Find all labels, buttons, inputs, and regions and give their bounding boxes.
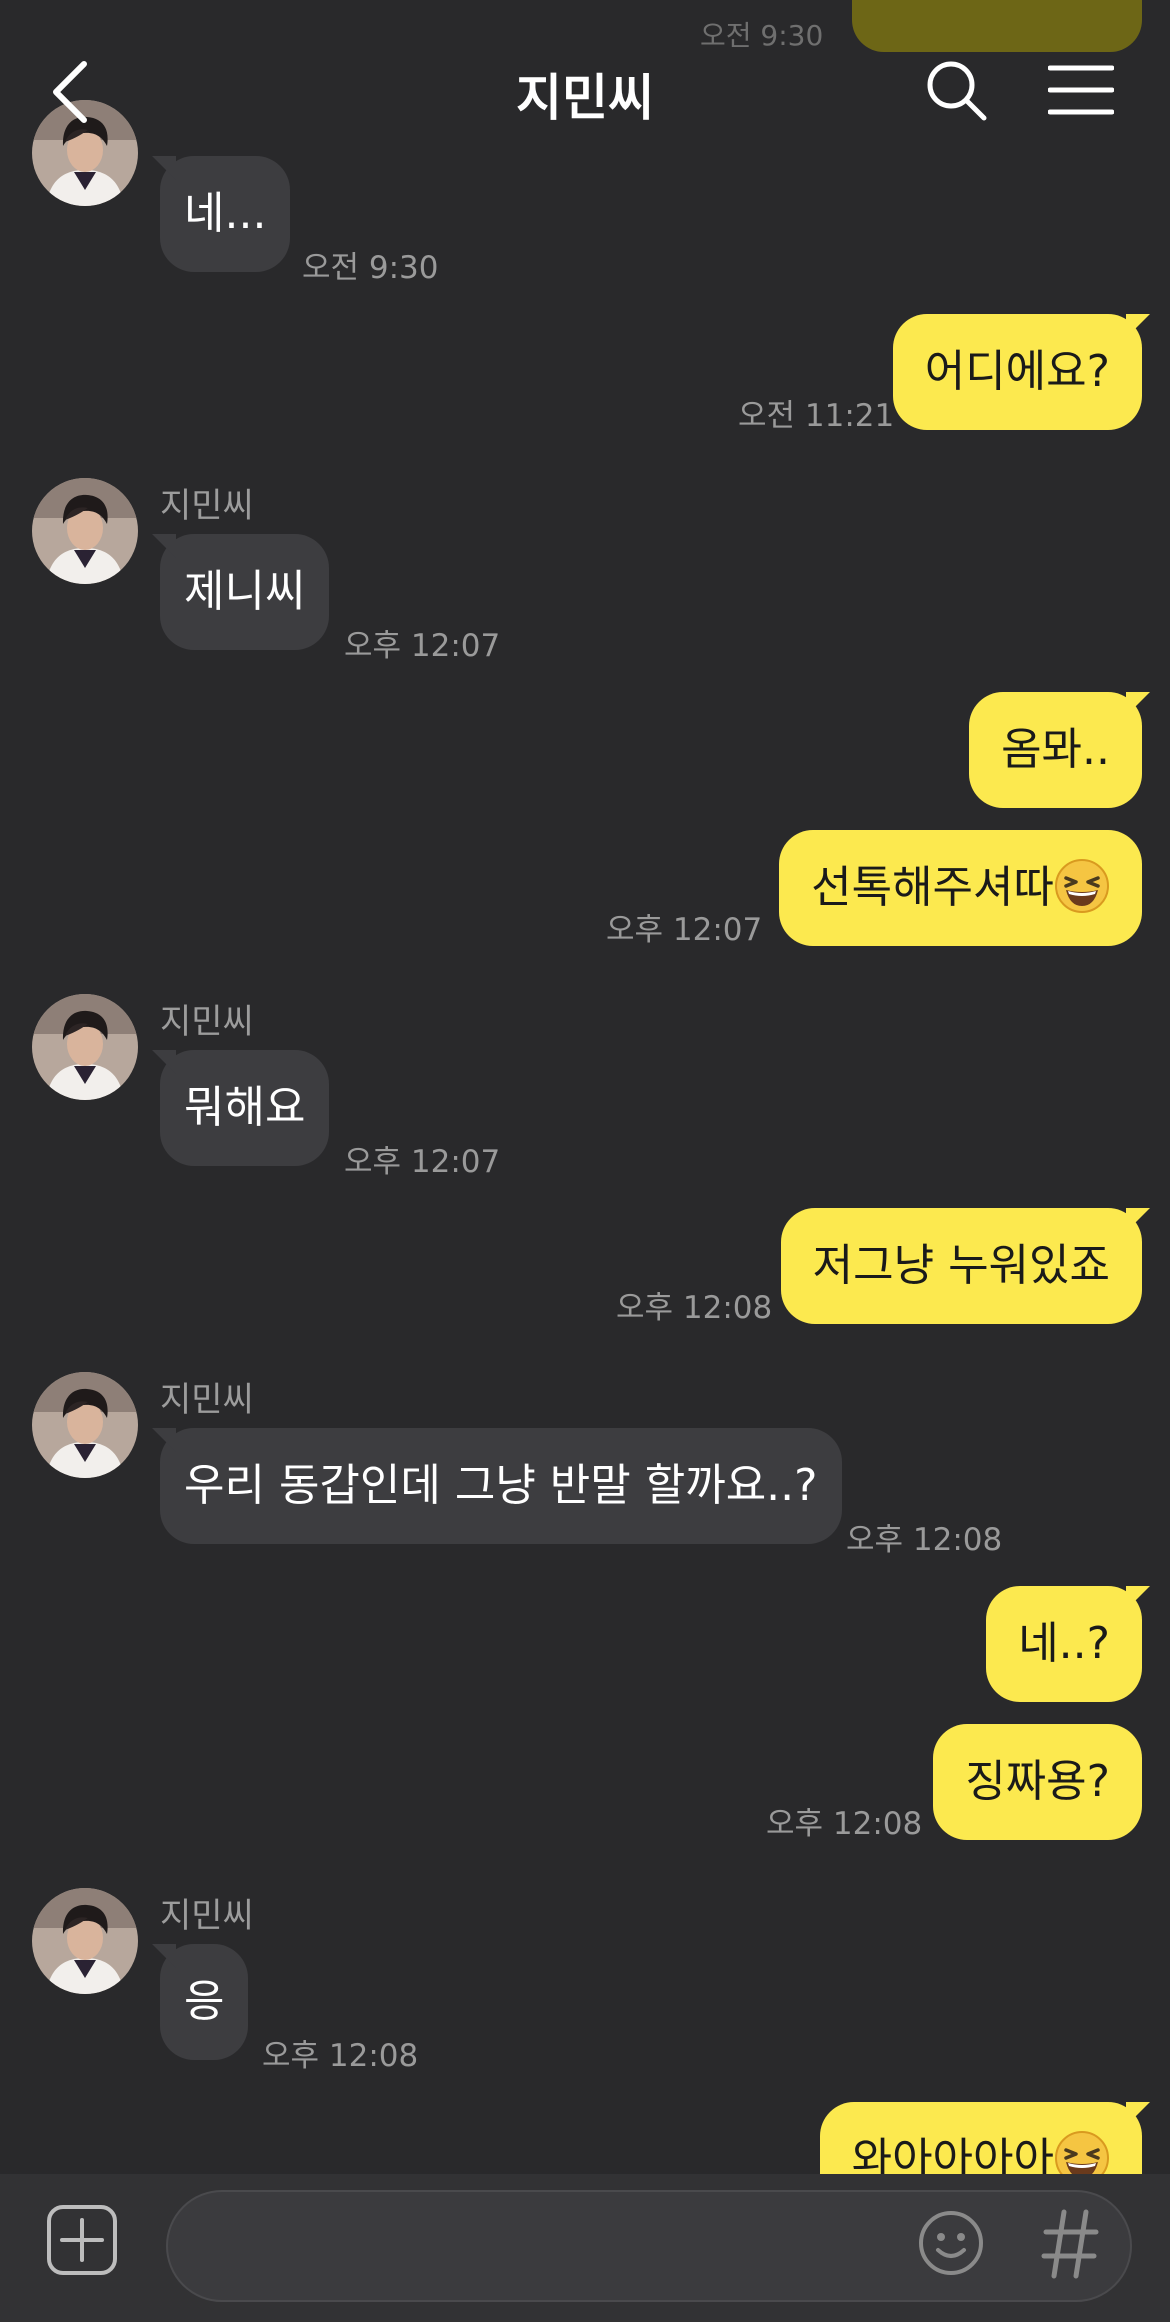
message-text: 어디에요? xyxy=(924,346,1110,397)
sender-name: 지민씨 xyxy=(160,1380,254,1420)
bubble-tail xyxy=(1126,692,1150,716)
outgoing-message-bubble[interactable]: 징짜용? xyxy=(933,1724,1142,1840)
message-time: 오후 12:08 xyxy=(766,1806,923,1842)
chat-title: 지민씨 xyxy=(516,69,654,127)
bubble-tail xyxy=(152,1428,176,1452)
sender-name: 지민씨 xyxy=(160,1002,254,1042)
hashtag-icon xyxy=(1041,2209,1099,2279)
message-text: 제니씨 xyxy=(184,566,306,617)
incoming-message-bubble[interactable]: 응 xyxy=(152,1944,249,2060)
message-time: 오후 12:08 xyxy=(616,1290,773,1326)
bubble-tail xyxy=(1126,2102,1150,2126)
message-compose-bar xyxy=(0,2174,1170,2322)
message-time: 오후 12:07 xyxy=(606,912,763,948)
incoming-message-bubble[interactable]: 뭐해요 xyxy=(152,1050,330,1166)
bubble-tail xyxy=(152,534,176,558)
incoming-message-bubble[interactable]: 우리 동갑인데 그냥 반말 할까요..? xyxy=(152,1428,842,1544)
message-text: 저그냥 누워있죠 xyxy=(812,1240,1110,1291)
message-text: 응 xyxy=(184,1976,225,2027)
message-text: 옴뫄.. xyxy=(1001,724,1110,775)
menu-button[interactable] xyxy=(1047,64,1115,116)
search-icon xyxy=(927,61,987,121)
chat-header: 지민씨 xyxy=(0,0,1170,182)
plus-square-icon xyxy=(47,2205,117,2275)
bubble-tail xyxy=(1126,314,1150,338)
message-time: 오후 12:07 xyxy=(344,1144,501,1180)
contact-avatar[interactable] xyxy=(32,994,138,1100)
message-time: 오후 12:08 xyxy=(846,1522,1003,1558)
message-time: 오후 12:07 xyxy=(344,628,501,664)
message-time: 오전 11:21 xyxy=(738,398,895,434)
message-time: 오후 12:08 xyxy=(262,2038,419,2074)
sender-name: 지민씨 xyxy=(160,1896,254,1936)
contact-avatar[interactable] xyxy=(32,1372,138,1478)
outgoing-message-bubble[interactable]: 어디에요? xyxy=(892,314,1150,430)
attach-button[interactable] xyxy=(46,2204,118,2276)
message-text: 징짜용? xyxy=(965,1756,1110,1807)
smiley-icon xyxy=(919,2211,983,2275)
bubble-tail xyxy=(1126,1586,1150,1610)
bubble-tail xyxy=(152,1944,176,1968)
laughing-emoji-icon xyxy=(1054,858,1110,914)
emoji-button[interactable] xyxy=(916,2208,986,2278)
incoming-message-bubble[interactable]: 제니씨 xyxy=(152,534,330,650)
bubble-tail xyxy=(1126,1208,1150,1232)
contact-avatar[interactable] xyxy=(32,1888,138,1994)
message-input[interactable] xyxy=(166,2190,1132,2302)
message-text: 우리 동갑인데 그냥 반말 할까요..? xyxy=(184,1460,818,1511)
outgoing-message-bubble[interactable]: 옴뫄.. xyxy=(969,692,1150,808)
message-text: 선톡해주셔따 xyxy=(811,862,1054,913)
outgoing-message-bubble[interactable]: 저그냥 누워있죠 xyxy=(780,1208,1150,1324)
hashtag-search-button[interactable] xyxy=(1040,2206,1100,2282)
contact-avatar[interactable] xyxy=(32,478,138,584)
outgoing-message-bubble[interactable]: 선톡해주셔따 xyxy=(779,830,1142,946)
bubble-tail xyxy=(152,1050,176,1074)
search-button[interactable] xyxy=(922,56,992,126)
message-text: 뭐해요 xyxy=(184,1082,306,1133)
message-text: 네... xyxy=(184,188,267,239)
outgoing-message-bubble[interactable]: 네..? xyxy=(986,1586,1150,1702)
message-time: 오전 9:30 xyxy=(302,250,439,286)
message-text: 네..? xyxy=(1018,1618,1110,1669)
sender-name: 지민씨 xyxy=(160,486,254,526)
hamburger-menu-icon xyxy=(1047,65,1115,115)
